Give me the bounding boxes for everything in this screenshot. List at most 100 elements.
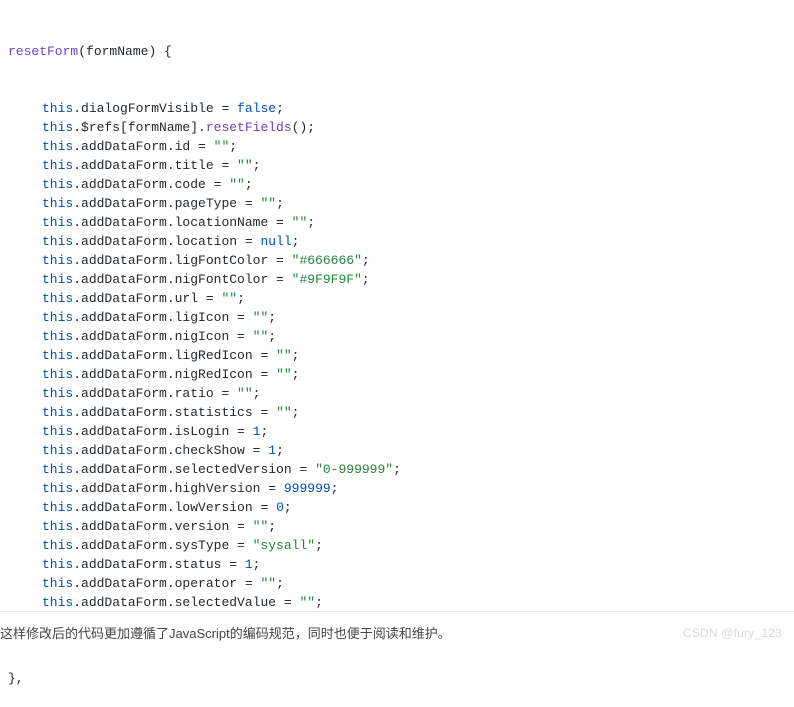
this-kw: this [42, 120, 73, 135]
value-token: "" [276, 367, 292, 382]
code-line: this.addDataForm.locationName = ""; [0, 213, 794, 232]
prop-chain: .addDataForm.ligFontColor = [73, 253, 291, 268]
line-suffix: ; [276, 443, 284, 458]
line-suffix: ; [331, 481, 339, 496]
code-line: this.addDataForm.id = ""; [0, 137, 794, 156]
line-suffix: ; [292, 405, 300, 420]
code-line: this.addDataForm.checkShow = 1; [0, 441, 794, 460]
code-line: this.addDataForm.operator = ""; [0, 574, 794, 593]
code-line: this.addDataForm.code = ""; [0, 175, 794, 194]
fn-name: resetForm [8, 44, 78, 59]
prop-chain: .addDataForm.url = [73, 291, 221, 306]
line-suffix: ; [292, 234, 300, 249]
code-line: this.addDataForm.nigIcon = ""; [0, 327, 794, 346]
prop-chain: .addDataForm.ratio = [73, 386, 237, 401]
line-suffix: ; [362, 253, 370, 268]
code-line: this.$refs[formName].resetFields(); [0, 118, 794, 137]
this-kw: this [42, 500, 73, 515]
code-line: this.addDataForm.highVersion = 999999; [0, 479, 794, 498]
this-kw: this [42, 443, 73, 458]
value-token: "" [214, 139, 230, 154]
prop-chain: .addDataForm.highVersion = [73, 481, 284, 496]
line-suffix: ; [253, 158, 261, 173]
this-kw: this [42, 595, 73, 610]
value-token: "sysall" [253, 538, 315, 553]
code-line: this.addDataForm.statistics = ""; [0, 403, 794, 422]
prop-chain: .addDataForm.operator = [73, 576, 260, 591]
prop-chain: .addDataForm.selectedValue = [73, 595, 299, 610]
method-call: resetFields [206, 120, 292, 135]
fn-param: formName [86, 44, 148, 59]
this-kw: this [42, 139, 73, 154]
line-suffix: ; [237, 291, 245, 306]
value-token: "" [276, 348, 292, 363]
line-suffix: ; [393, 462, 401, 477]
code-block: resetForm(formName) { this.dialogFormVis… [0, 0, 794, 707]
code-line: this.addDataForm.location = null; [0, 232, 794, 251]
value-token: "" [260, 576, 276, 591]
line-suffix: ; [315, 595, 323, 610]
line-suffix: ; [276, 101, 284, 116]
fn-signature: resetForm(formName) { [0, 42, 794, 61]
value-token: null [260, 234, 291, 249]
line-suffix: ; [307, 215, 315, 230]
this-kw: this [42, 424, 73, 439]
line-suffix: ; [245, 177, 253, 192]
code-line: this.addDataForm.selectedValue = ""; [0, 593, 794, 612]
line-suffix: ; [268, 329, 276, 344]
line-suffix: ; [260, 424, 268, 439]
this-kw: this [42, 348, 73, 363]
code-line: this.addDataForm.sysType = "sysall"; [0, 536, 794, 555]
this-kw: this [42, 538, 73, 553]
prop-chain: .dialogFormVisible = [73, 101, 237, 116]
line-suffix: ; [268, 519, 276, 534]
line-suffix: ; [292, 367, 300, 382]
line-suffix: ; [253, 557, 261, 572]
line-suffix: (); [292, 120, 315, 135]
value-token: "#666666" [292, 253, 362, 268]
code-line: this.addDataForm.ligRedIcon = ""; [0, 346, 794, 365]
line-suffix: ; [268, 310, 276, 325]
prop-chain: .addDataForm.nigRedIcon = [73, 367, 276, 382]
code-line: this.addDataForm.status = 1; [0, 555, 794, 574]
code-line: this.addDataForm.pageType = ""; [0, 194, 794, 213]
prop-chain: .addDataForm.id = [73, 139, 213, 154]
this-kw: this [42, 215, 73, 230]
prop-chain: .addDataForm.checkShow = [73, 443, 268, 458]
prop-chain: .addDataForm.ligRedIcon = [73, 348, 276, 363]
code-line: this.addDataForm.ligIcon = ""; [0, 308, 794, 327]
prop-chain: .addDataForm.status = [73, 557, 245, 572]
value-token: "" [229, 177, 245, 192]
this-kw: this [42, 481, 73, 496]
prop-chain: .addDataForm.lowVersion = [73, 500, 276, 515]
code-line: this.addDataForm.title = ""; [0, 156, 794, 175]
this-kw: this [42, 386, 73, 401]
line-suffix: ; [284, 500, 292, 515]
prop-chain: .addDataForm.location = [73, 234, 260, 249]
csdn-watermark: CSDN @fury_123 [683, 624, 782, 643]
line-suffix: ; [229, 139, 237, 154]
value-token: "" [237, 386, 253, 401]
value-token: 1 [268, 443, 276, 458]
this-kw: this [42, 519, 73, 534]
prop-chain: .addDataForm.nigFontColor = [73, 272, 291, 287]
value-token: 0 [276, 500, 284, 515]
value-token: "" [292, 215, 308, 230]
line-suffix: ; [362, 272, 370, 287]
value-token: "" [221, 291, 237, 306]
prop-chain: .addDataForm.sysType = [73, 538, 252, 553]
this-kw: this [42, 405, 73, 420]
article-footer: 这样修改后的代码更加遵循了JavaScript的编码规范，同时也便于阅读和维护。… [0, 611, 794, 653]
this-kw: this [42, 158, 73, 173]
this-kw: this [42, 253, 73, 268]
prop-chain: .addDataForm.code = [73, 177, 229, 192]
value-token: "" [276, 405, 292, 420]
value-token: "" [253, 329, 269, 344]
prop-chain: .addDataForm.isLogin = [73, 424, 252, 439]
this-kw: this [42, 329, 73, 344]
prop-chain: .$refs[formName]. [73, 120, 206, 135]
code-line: this.addDataForm.version = ""; [0, 517, 794, 536]
value-token: 999999 [284, 481, 331, 496]
prop-chain: .addDataForm.ligIcon = [73, 310, 252, 325]
code-line: this.addDataForm.nigFontColor = "#9F9F9F… [0, 270, 794, 289]
